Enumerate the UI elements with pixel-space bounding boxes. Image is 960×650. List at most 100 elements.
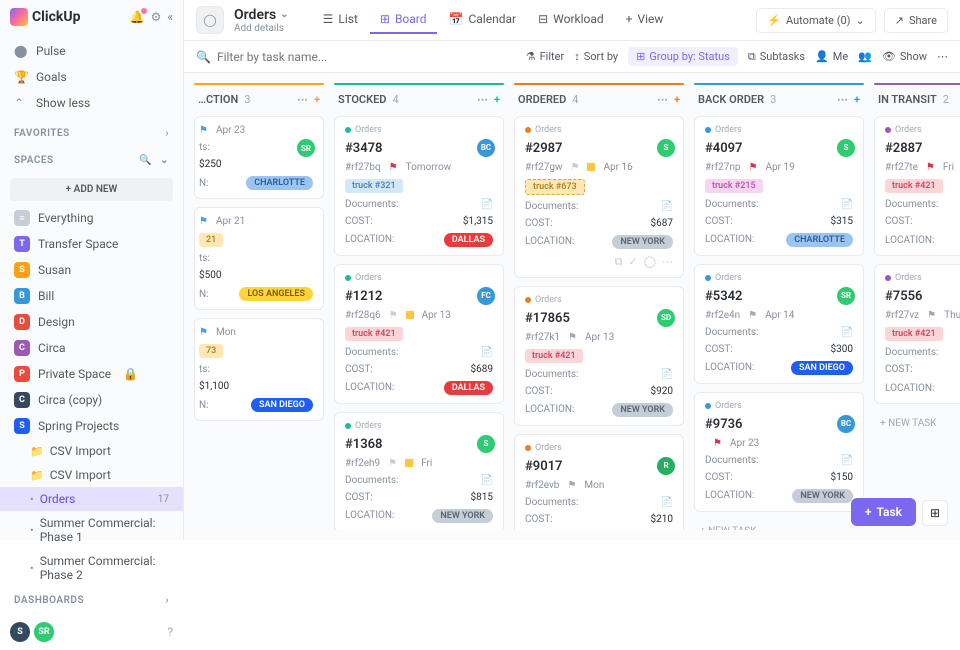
filter-button[interactable]: ⚗ Filter — [526, 50, 564, 63]
tag[interactable]: 21 — [199, 233, 223, 247]
add-icon[interactable]: + — [854, 93, 860, 106]
page-icon[interactable]: ◯ — [196, 6, 224, 34]
more-icon[interactable]: ⋯ — [657, 93, 668, 106]
page-title[interactable]: Orders ⌄ — [234, 7, 289, 23]
folder-summer-commercial-phase-2[interactable]: • Summer Commercial: Phase 2 — [0, 549, 183, 587]
sidebar-pulse[interactable]: ⬤Pulse — [0, 38, 183, 64]
favorites-header[interactable]: FAVORITES › — [0, 120, 183, 147]
folder-orders[interactable]: • Orders 17 — [0, 487, 183, 511]
sidebar-goals[interactable]: 🏆Goals — [0, 64, 183, 90]
assignee-avatar[interactable]: BC — [477, 139, 495, 157]
flag-icon[interactable]: ⚑ — [389, 162, 398, 173]
assignee-avatar[interactable]: FC — [477, 287, 495, 305]
task-card[interactable]: Orders S #1368 #rf2eh9 ⚑ Fri Documents:📄… — [334, 412, 504, 530]
task-card[interactable]: Orders FC #1212 #rf28q6 ⚑ Apr 13 truck #… — [334, 264, 504, 404]
circle-icon[interactable]: ◯ — [644, 255, 656, 268]
folder-summer-commercial-phase-1[interactable]: • Summer Commercial: Phase 1 — [0, 511, 183, 549]
document-icon[interactable]: 📄 — [841, 327, 853, 338]
space-private-space[interactable]: P Private Space🔒 — [0, 361, 183, 387]
document-icon[interactable]: 📄 — [661, 369, 673, 380]
task-card[interactable]: ⚑Mon 73 ts: $1,100 N:SAN DIEGO — [194, 318, 324, 421]
folder-csv-import[interactable]: 📁 CSV Import — [0, 439, 183, 463]
flag-icon[interactable]: ⚑ — [713, 438, 722, 449]
dashboards-header[interactable]: DASHBOARDS › — [0, 587, 183, 614]
space-everything[interactable]: ≡ Everything — [0, 205, 183, 231]
view-calendar[interactable]: 📅 Calendar — [439, 6, 527, 34]
assignee-avatar[interactable]: R — [657, 457, 675, 475]
view-workload[interactable]: ⊟ Workload — [528, 6, 614, 34]
add-icon[interactable]: + — [314, 93, 320, 106]
page-subtitle[interactable]: Add details — [234, 23, 289, 34]
flag-icon[interactable]: ⚑ — [927, 310, 936, 321]
new-task-button[interactable]: + NEW TASK — [694, 520, 864, 530]
group-button[interactable]: ⊞ Group by: Status — [628, 47, 738, 66]
add-new-space-button[interactable]: + ADD NEW — [10, 178, 173, 201]
search-input[interactable] — [217, 50, 417, 64]
folder-csv-import[interactable]: 📁 CSV Import — [0, 463, 183, 487]
space-design[interactable]: D Design — [0, 309, 183, 335]
search-icon[interactable]: 🔍 — [196, 50, 211, 64]
document-icon[interactable]: 📄 — [661, 497, 673, 508]
document-icon[interactable]: 📄 — [481, 199, 493, 210]
space-spring-projects[interactable]: S Spring Projects — [0, 413, 183, 439]
tag[interactable]: 73 — [199, 344, 223, 358]
assignee-avatar[interactable]: SD — [657, 309, 675, 327]
tag[interactable]: truck #421 — [525, 349, 583, 363]
flag-icon[interactable]: ⚑ — [926, 162, 935, 173]
more-icon[interactable]: ⋯ — [297, 93, 308, 106]
tag[interactable]: truck #673 — [525, 179, 585, 195]
document-icon[interactable]: 📄 — [661, 201, 673, 212]
flag-icon[interactable]: ⚑ — [567, 480, 576, 491]
task-card[interactable]: Orders #2887 #rf27te ⚑ Fri truck #421 Do… — [874, 116, 960, 256]
tag[interactable]: truck #321 — [345, 179, 403, 193]
assignee-avatar[interactable]: SR — [837, 287, 855, 305]
priority-icon[interactable] — [405, 459, 413, 467]
tag[interactable]: truck #421 — [885, 179, 943, 193]
help-icon[interactable]: ? — [167, 625, 173, 639]
add-icon[interactable]: + — [674, 93, 680, 106]
user-avatar[interactable]: S — [10, 622, 30, 642]
priority-icon[interactable] — [406, 311, 414, 319]
settings-icon[interactable]: ⚙ — [151, 10, 162, 24]
flag-icon[interactable]: ⚑ — [748, 310, 757, 321]
flag-icon[interactable]: ⚑ — [388, 458, 397, 469]
automate-button[interactable]: ⚡ Automate (0) ⌄ — [756, 8, 875, 33]
new-task-fab[interactable]: + Task — [851, 498, 916, 526]
more-icon[interactable]: ⋯ — [937, 50, 948, 63]
me-button[interactable]: 👤 Me — [815, 50, 848, 63]
task-card[interactable]: SR ⚑Apr 23 ts: $250 N:CHARLOTTE — [194, 116, 324, 199]
task-card[interactable]: Orders SD #17865 #rf27k1 ⚑ Apr 13 truck … — [514, 286, 684, 426]
assignee-avatar[interactable]: SR — [297, 139, 315, 157]
priority-icon[interactable] — [587, 163, 595, 171]
more-icon[interactable]: ⋯ — [477, 93, 488, 106]
flag-icon[interactable]: ⚑ — [570, 162, 579, 173]
view-view[interactable]: + View — [616, 6, 674, 34]
tag[interactable]: truck #421 — [345, 327, 403, 341]
more-icon[interactable]: ⋯ — [662, 255, 673, 268]
assignee-avatar[interactable]: BC — [837, 415, 855, 433]
new-task-button[interactable]: + NEW TASK — [874, 412, 960, 435]
show-button[interactable]: 👁 Show — [882, 50, 927, 63]
task-card[interactable]: ⚑Apr 21 21 ts: $500 N:LOS ANGELES — [194, 207, 324, 310]
notification-icon[interactable]: 🔔 — [130, 10, 145, 24]
task-card[interactable]: Orders S #2987 #rf27gw ⚑ Apr 16 truck #6… — [514, 116, 684, 278]
check-icon[interactable]: ✓ — [628, 255, 637, 268]
subtask-icon[interactable]: ⧉ — [615, 255, 623, 269]
logo[interactable]: ClickUp — [10, 8, 80, 26]
apps-icon[interactable]: ⊞ — [922, 500, 948, 526]
assignee-avatar[interactable]: S — [477, 435, 495, 453]
space-circa-(copy)[interactable]: C Circa (copy) — [0, 387, 183, 413]
share-button[interactable]: ↗ Share — [884, 8, 948, 33]
flag-icon[interactable]: ⚑ — [568, 332, 577, 343]
assignee-avatar[interactable]: S — [657, 139, 675, 157]
document-icon[interactable]: 📄 — [481, 347, 493, 358]
flag-icon[interactable]: ⚑ — [748, 162, 757, 173]
space-susan[interactable]: S Susan — [0, 257, 183, 283]
more-icon[interactable]: ⋯ — [837, 93, 848, 106]
task-card[interactable]: Orders BC #9736 ⚑ Apr 23 Documents:📄 COS… — [694, 392, 864, 512]
flag-icon[interactable]: ⚑ — [389, 310, 398, 321]
view-board[interactable]: ⊞ Board — [370, 6, 437, 34]
document-icon[interactable]: 📄 — [841, 455, 853, 466]
assignee-avatar[interactable]: S — [837, 139, 855, 157]
tag[interactable]: truck #215 — [705, 179, 763, 193]
